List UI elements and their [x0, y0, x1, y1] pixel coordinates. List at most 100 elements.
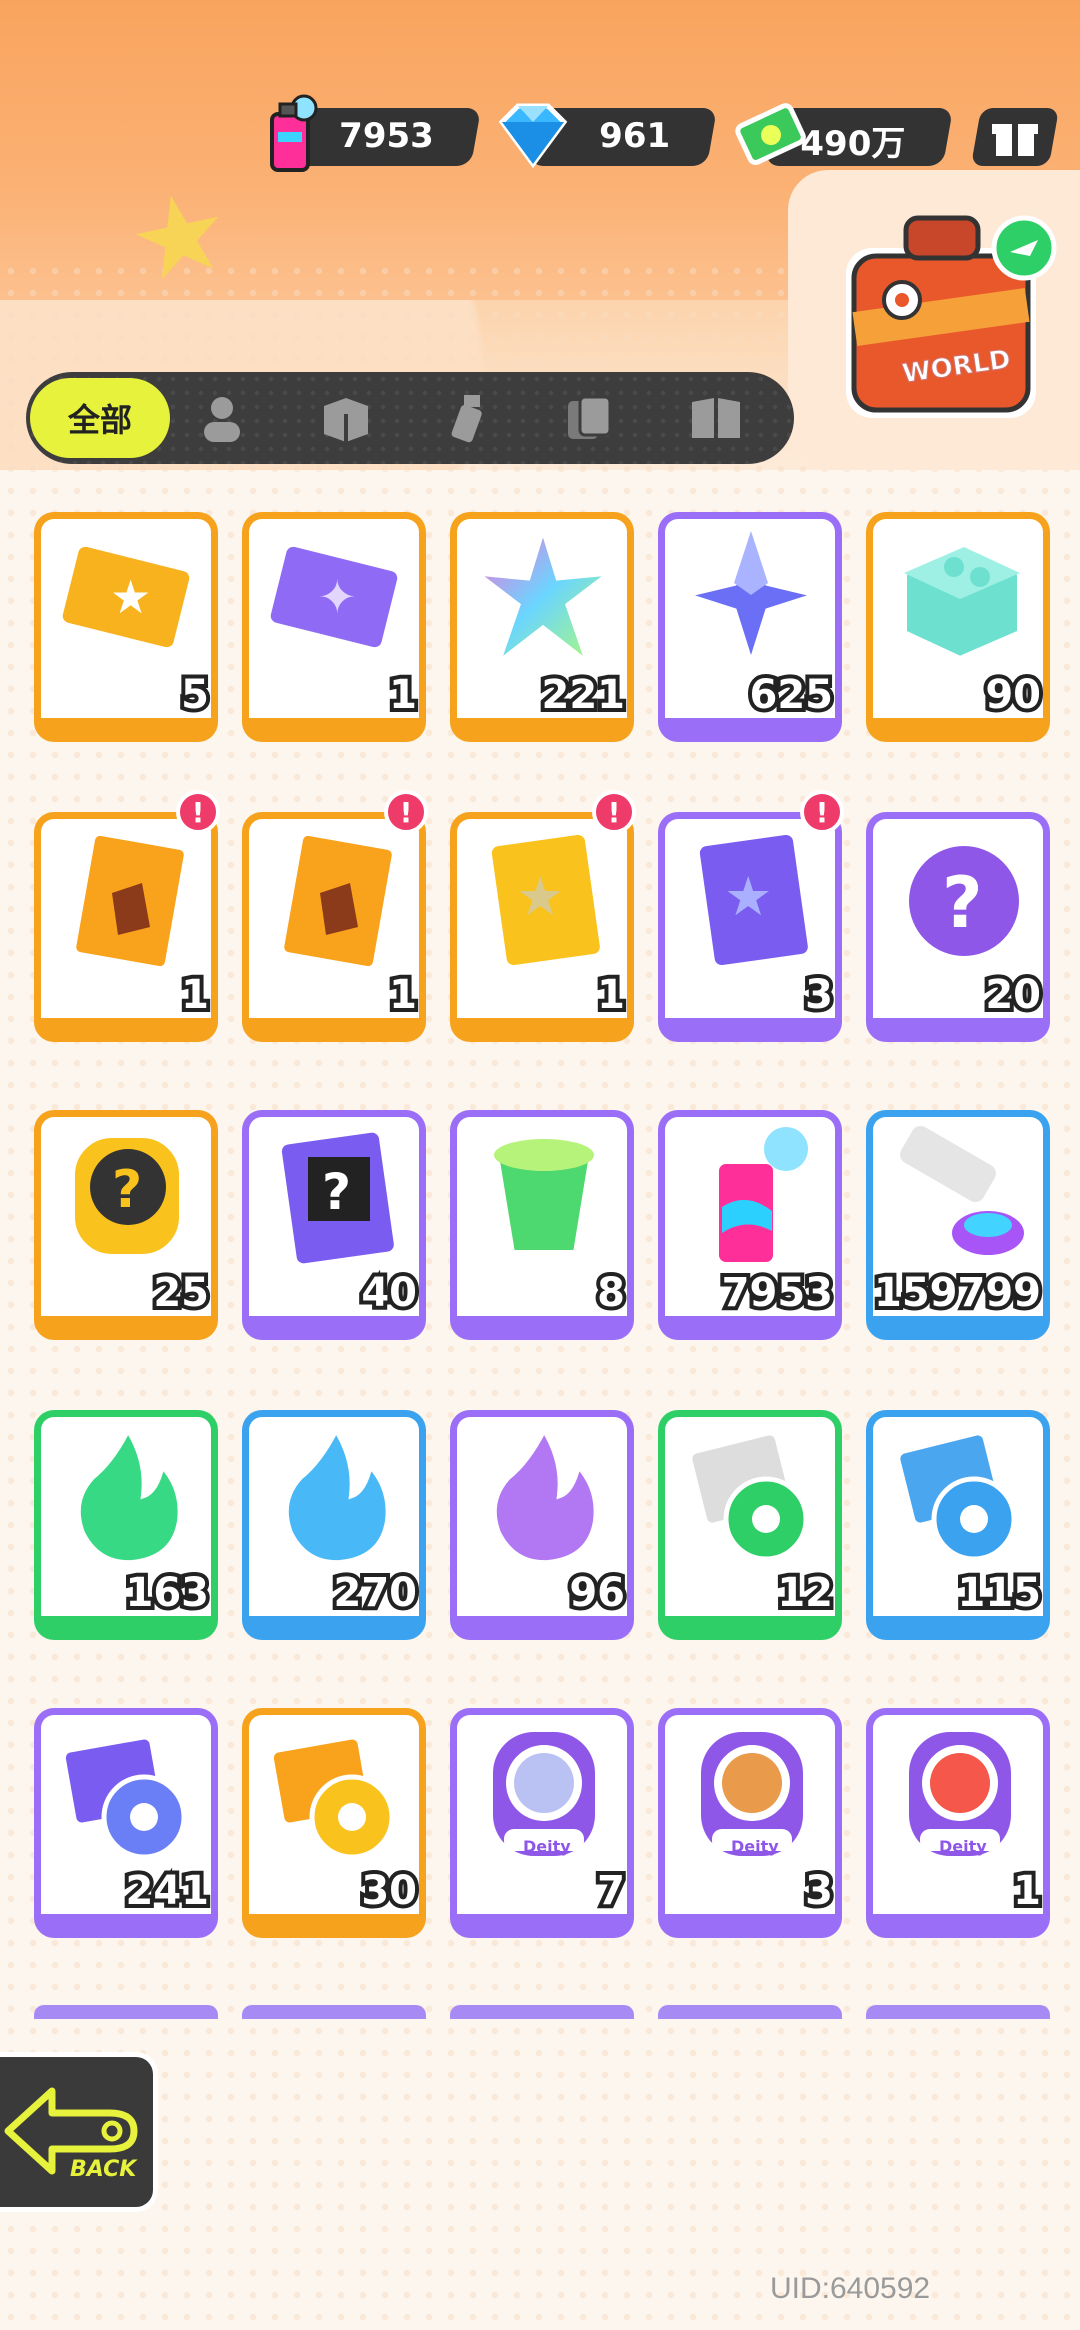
item-purple-travel-card[interactable]: ★ 3 [658, 812, 842, 1042]
tab-book[interactable] [688, 390, 744, 446]
gold-tape-icon [257, 1719, 413, 1869]
item-count: 25 [149, 1266, 213, 1320]
svg-text:★: ★ [110, 570, 151, 624]
next-row-item [866, 2005, 1050, 2019]
item-purple-mystery-card[interactable]: ? 40 [242, 1110, 426, 1340]
alert-badge: ! [176, 790, 220, 834]
item-count: 159799 [870, 1266, 1045, 1320]
item-count: 1 [1009, 1864, 1045, 1918]
purple-travel-card-icon: ★ [673, 823, 829, 973]
brick-cube-icon [881, 523, 1037, 673]
item-count: 8 [593, 1266, 629, 1320]
item-count: 1 [593, 968, 629, 1022]
package-icon [324, 398, 368, 442]
tab-all[interactable]: 全部 [30, 378, 170, 458]
next-row-item [658, 2005, 842, 2019]
item-gold-pack[interactable]: 1 [242, 812, 426, 1042]
item-count: 12 [773, 1566, 837, 1620]
tab-cards[interactable] [562, 390, 618, 446]
item-count: 96 [565, 1566, 629, 1620]
gold-pack-icon [257, 823, 413, 973]
cash-icon [728, 92, 814, 178]
svg-text:★: ★ [724, 865, 772, 928]
item-rainbow-star[interactable]: 221 [450, 512, 634, 742]
back-button[interactable]: BACK [0, 2052, 158, 2212]
blue-flame-icon [257, 1421, 413, 1571]
spray-icon [451, 395, 482, 443]
tab-character[interactable] [194, 390, 250, 446]
item-gold-tape[interactable]: 30 [242, 1708, 426, 1938]
item-open-cup[interactable]: 8 [450, 1110, 634, 1340]
spray-can-icon [250, 92, 336, 178]
item-green-tape[interactable]: 12 [658, 1410, 842, 1640]
item-count: 163 [122, 1566, 213, 1620]
green-tape-icon [673, 1421, 829, 1571]
gift-box-button[interactable] [970, 108, 1060, 166]
avatar-frame-icon: Deity [465, 1719, 621, 1869]
svg-text:?: ? [112, 1160, 142, 1220]
green-cup-icon [465, 1121, 621, 1271]
item-purple-flame[interactable]: 96 [450, 1410, 634, 1640]
item-count: 7953 [718, 1266, 837, 1320]
green-flame-icon [49, 1421, 205, 1571]
svg-text:?: ? [322, 1163, 351, 1221]
currency-spray-value: 7953 [339, 116, 435, 156]
item-count: 1 [177, 968, 213, 1022]
diamond-icon [490, 92, 576, 178]
item-green-flame[interactable]: 163 [34, 1410, 218, 1640]
deity-label: Deity [731, 1837, 779, 1856]
item-avatar-frame-blue[interactable]: Deity 7 [450, 1708, 634, 1938]
next-row-item [450, 2005, 634, 2019]
item-avatar-frame-red[interactable]: Deity 1 [866, 1708, 1050, 1938]
item-count: 270 [330, 1566, 421, 1620]
item-count: 625 [746, 668, 837, 722]
suitcase-icon [846, 215, 1057, 418]
purple-tape-icon [49, 1719, 205, 1869]
paint-tube-icon [881, 1121, 1037, 1271]
decor-star-icon: ★ [117, 163, 241, 310]
item-brick-cube[interactable]: 90 [866, 512, 1050, 742]
item-count: 20 [981, 968, 1045, 1022]
blue-star-icon [673, 523, 829, 673]
item-count: 40 [357, 1266, 421, 1320]
alert-badge: ! [800, 790, 844, 834]
gold-mystery-badge-icon: ? [49, 1121, 205, 1271]
item-count: 1 [385, 968, 421, 1022]
svg-text:★: ★ [516, 865, 564, 928]
item-purple-ticket[interactable]: ✦ 1 [242, 512, 426, 742]
item-blue-tape[interactable]: 115 [866, 1410, 1050, 1640]
avatar-frame-icon: Deity [673, 1719, 829, 1869]
item-count: 7 [593, 1864, 629, 1918]
item-count: 241 [122, 1864, 213, 1918]
item-paint-tube[interactable]: 159799 [866, 1110, 1050, 1340]
tab-spray[interactable] [440, 390, 496, 446]
item-blue-flame[interactable]: 270 [242, 1410, 426, 1640]
next-row-item [34, 2005, 218, 2019]
item-gold-pack[interactable]: 1 [34, 812, 218, 1042]
item-avatar-frame-brown[interactable]: Deity 3 [658, 1708, 842, 1938]
travel-box-button[interactable]: WORLD [826, 200, 1066, 438]
item-spray-can[interactable]: 7953 [658, 1110, 842, 1340]
item-count: 3 [801, 968, 837, 1022]
purple-flame-icon [465, 1421, 621, 1571]
item-gold-travel-card[interactable]: ★ 1 [450, 812, 634, 1042]
back-arrow-icon [4, 2087, 138, 2175]
tab-box[interactable] [318, 390, 374, 446]
item-count: 115 [954, 1566, 1045, 1620]
item-gold-mystery-badge[interactable]: ? 25 [34, 1110, 218, 1340]
purple-mystery-card-icon: ? [257, 1121, 413, 1271]
item-gold-ticket[interactable]: ★ 5 [34, 512, 218, 742]
book-icon [692, 398, 740, 438]
item-count: 5 [177, 668, 213, 722]
gold-travel-card-icon: ★ [465, 823, 621, 973]
item-purple-tape[interactable]: 241 [34, 1708, 218, 1938]
item-count: 90 [981, 668, 1045, 722]
currency-cash-value: 490万 [800, 124, 906, 164]
item-count: 221 [538, 668, 629, 722]
card-stack-icon [568, 395, 612, 439]
item-blue-star[interactable]: 625 [658, 512, 842, 742]
alert-badge: ! [592, 790, 636, 834]
item-count: 1 [385, 668, 421, 722]
item-mystery-egg[interactable]: ? 20 [866, 812, 1050, 1042]
user-id: UID:640592 [770, 2272, 931, 2305]
